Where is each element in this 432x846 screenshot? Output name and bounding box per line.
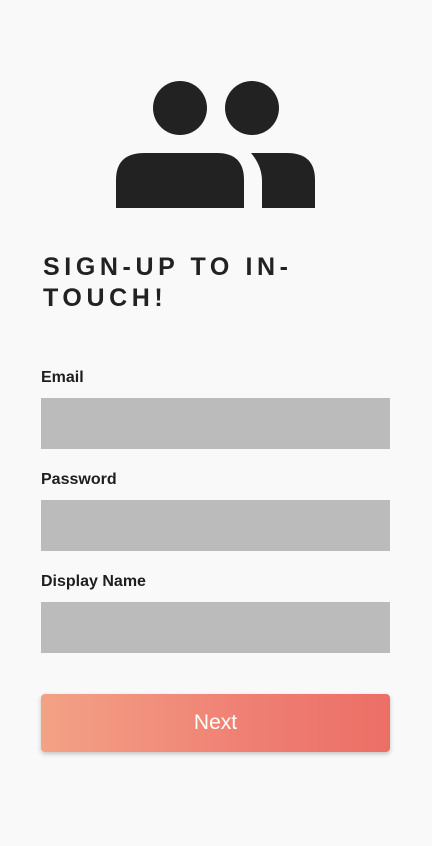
people-icon (116, 80, 316, 208)
email-label: Email (41, 369, 84, 386)
next-button[interactable]: Next (41, 694, 390, 752)
password-field[interactable] (41, 500, 390, 551)
email-field[interactable] (41, 398, 390, 449)
password-label: Password (41, 471, 117, 488)
page-title: SIGN-UP TO IN-TOUCH! (43, 253, 293, 312)
display-name-field[interactable] (41, 602, 390, 653)
display-name-label: Display Name (41, 573, 146, 590)
